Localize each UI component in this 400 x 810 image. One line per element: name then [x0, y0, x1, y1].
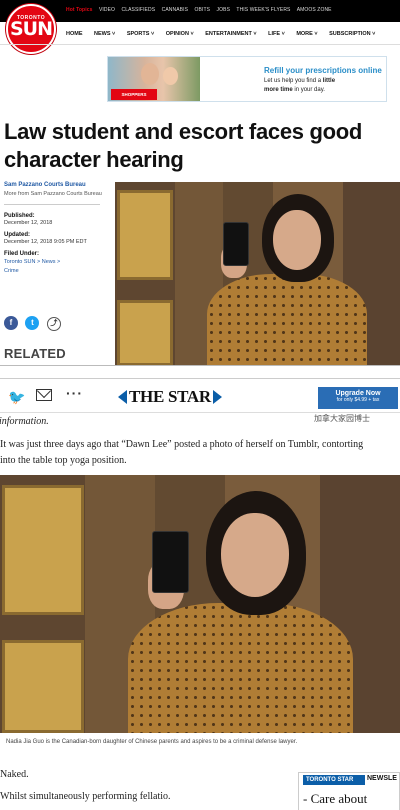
ad-person [141, 63, 159, 85]
mirror-frame [2, 485, 84, 615]
ad-subtext-line1: Let us help you find a little [264, 78, 335, 84]
nav-news[interactable]: NEWS ˅ [94, 31, 115, 37]
published-label: Published: [4, 213, 35, 219]
mirror-frame [117, 300, 173, 365]
ad-subtext-bold: little [322, 78, 336, 84]
phone-in-hand [223, 222, 249, 266]
share-icon[interactable]: ⤴ [46, 317, 61, 331]
article-headline: Law student and escort faces good charac… [4, 119, 363, 172]
person-face [221, 513, 289, 597]
article-paragraph-line: Naked. [0, 769, 29, 780]
filed-under-label: Filed Under: [4, 251, 40, 257]
top-link-cannabis[interactable]: CANNABIS [162, 7, 188, 13]
selfie-photo [0, 475, 400, 733]
mail-icon[interactable] [36, 389, 52, 401]
ad-subtext-pre: Let us help you find a [264, 78, 323, 84]
filed-under-crime[interactable]: Crime [4, 267, 104, 275]
newsletter-heading: NEWSLE [367, 775, 397, 782]
logo-triangle-right-icon [212, 389, 222, 404]
article-meta: Sam Pazzano Courts Bureau More from Sam … [4, 182, 104, 275]
star-top-bar: 🐦 ··· THE STAR Upgrade Now for only $4.9… [0, 379, 400, 413]
top-link-jobs[interactable]: JOBS [217, 7, 230, 13]
nav-subscription[interactable]: SUBSCRIPTION ˅ [329, 31, 375, 37]
star-logo-text: THE STAR [129, 387, 211, 406]
facebook-icon[interactable]: f [4, 316, 18, 330]
nav-home[interactable]: HOME [66, 31, 83, 37]
sun-top-links: Hot Topics VIDEO CLASSIFIEDS CANNABIS OB… [66, 7, 337, 13]
top-link-obits[interactable]: OBITS [195, 7, 211, 13]
more-icon[interactable]: ··· [66, 385, 83, 401]
upgrade-title: Upgrade Now [335, 390, 381, 397]
mirror-frame [2, 640, 84, 733]
ad-subtext-line2: more time in your day. [264, 87, 325, 93]
top-link-amoos-zone[interactable]: AMOOS ZONE [297, 7, 332, 13]
polka-dot-pattern [207, 274, 367, 365]
nav-sports[interactable]: SPORTS ˅ [127, 31, 154, 37]
star-logo[interactable]: THE STAR [118, 387, 222, 407]
ad-brand-logo: SHOPPERS [111, 89, 157, 100]
sun-logo[interactable]: TORONTO SUN [6, 4, 56, 54]
newsletter-text: - Care about [303, 791, 368, 806]
ad-subtext-post: in your day. [292, 87, 325, 93]
top-link-classifieds[interactable]: CLASSIFIEDS [122, 7, 156, 13]
nav-entertainment[interactable]: ENTERTAINMENT ˅ [205, 31, 256, 37]
sun-main-nav: HOME NEWS ˅ SPORTS ˅ OPINION ˅ ENTERTAIN… [66, 31, 385, 37]
top-link-flyers[interactable]: THIS WEEK'S FLYERS [236, 7, 290, 13]
twitter-icon[interactable]: 🐦 [8, 389, 25, 406]
twitter-icon[interactable]: t [25, 316, 40, 330]
article-paragraph-line: It was just three days ago that “Dawn Le… [0, 439, 364, 450]
mirror-frame [117, 190, 173, 280]
nav-opinion[interactable]: OPINION ˅ [166, 31, 194, 37]
more-from-author-link[interactable]: More from Sam Pazzano Courts Bureau [4, 190, 104, 198]
shoppers-ad-banner[interactable]: SHOPPERS Refill your prescriptions onlin… [107, 56, 387, 102]
upgrade-now-button[interactable]: Upgrade Now for only $4.99 + tax [318, 387, 398, 409]
toronto-sun-screenshot: Hot Topics VIDEO CLASSIFIEDS CANNABIS OB… [0, 0, 400, 366]
nav-more[interactable]: MORE ˅ [296, 31, 317, 37]
polka-dot-pattern [128, 603, 353, 733]
newsletter-brand: TORONTO STAR [303, 775, 365, 785]
published-date: December 12, 2018 [4, 220, 53, 226]
updated-label: Updated: [4, 232, 30, 238]
social-share-buttons: f t ⤴ [4, 312, 64, 331]
ad-image: SHOPPERS [108, 57, 200, 101]
author-byline[interactable]: Sam Pazzano Courts Bureau [4, 182, 104, 188]
sun-logo-word: SUN [9, 18, 53, 40]
ad-headline: Refill your prescriptions online [264, 66, 382, 75]
updated-date: December 12, 2018 9:05 PM EDT [4, 239, 87, 245]
filed-under-breadcrumb[interactable]: Toronto SUN > News > [4, 258, 104, 266]
upgrade-price: for only $4.99 + tax [336, 397, 380, 403]
phone-in-hand [152, 531, 189, 593]
photo-caption: Nadia Jia Guo is the Canadian-born daugh… [6, 739, 298, 745]
article-text-fragment: information. [0, 416, 49, 427]
top-link-hot-topics[interactable]: Hot Topics [66, 7, 92, 13]
article-paragraph-line: into the table top yoga position. [0, 455, 127, 466]
ad-person [163, 67, 178, 85]
nav-life[interactable]: LIFE ˅ [268, 31, 285, 37]
person-face [273, 210, 321, 270]
meta-divider [4, 204, 100, 205]
nav-divider [0, 44, 400, 45]
newsletter-promo[interactable]: TORONTO STAR NEWSLE - Care about [298, 772, 400, 810]
article-paragraph-line: Whilst simultaneously performing fellati… [0, 791, 171, 802]
selfie-photo [115, 182, 400, 365]
ad-subtext-bold: more time [264, 87, 293, 93]
logo-triangle-left-icon [118, 389, 127, 404]
the-star-screenshot: 🐦 ··· THE STAR Upgrade Now for only $4.9… [0, 378, 400, 810]
top-link-video[interactable]: VIDEO [99, 7, 115, 13]
related-heading: RELATED [4, 346, 66, 361]
watermark: 加拿大家园博士 [312, 413, 372, 424]
